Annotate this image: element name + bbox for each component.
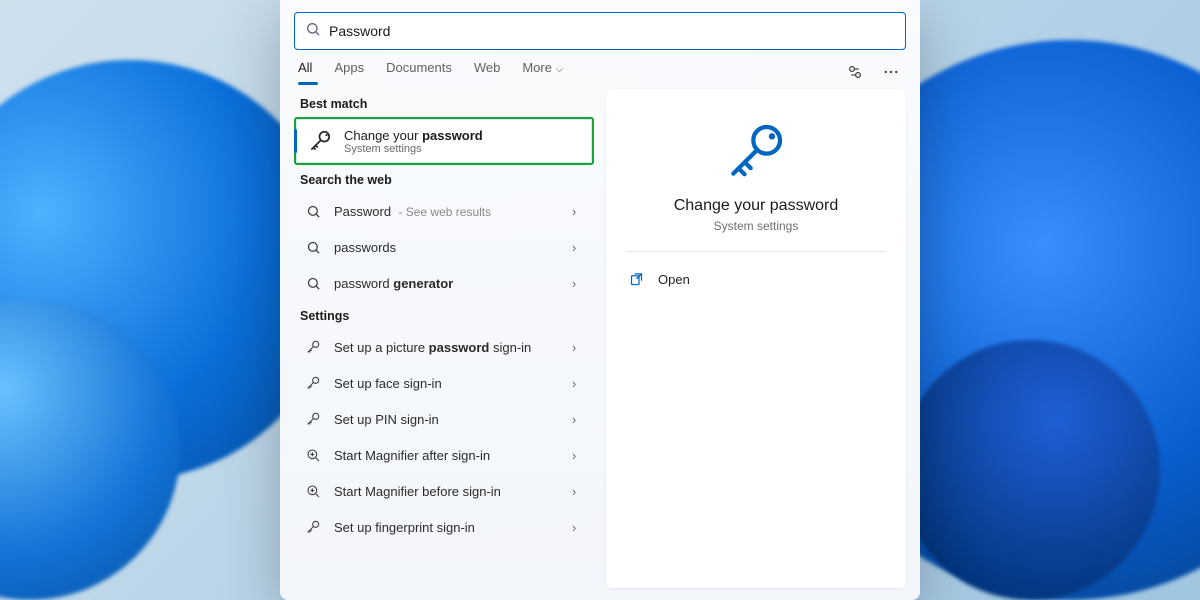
- chevron-right-icon: ›: [572, 240, 586, 255]
- open-action[interactable]: Open: [626, 260, 886, 298]
- best-match-title: Change your password: [344, 128, 483, 143]
- web-result-passwords[interactable]: passwords ›: [294, 229, 594, 265]
- tab-web[interactable]: Web: [474, 60, 501, 83]
- chevron-right-icon: ›: [572, 520, 586, 535]
- setting-pin-signin[interactable]: Set up PIN sign-in ›: [294, 401, 594, 437]
- search-box[interactable]: [294, 12, 906, 50]
- key-icon: [302, 516, 324, 538]
- setting-face-signin[interactable]: Set up face sign-in ›: [294, 365, 594, 401]
- web-result-password[interactable]: Password - See web results ›: [294, 193, 594, 229]
- chevron-right-icon: ›: [572, 204, 586, 219]
- search-options-icon[interactable]: [844, 61, 866, 83]
- setting-magnifier-after[interactable]: Start Magnifier after sign-in ›: [294, 437, 594, 473]
- search-icon: [302, 236, 324, 258]
- filter-tabs: All Apps Documents Web More ⌵: [298, 60, 563, 83]
- search-icon: [305, 21, 321, 42]
- preview-title: Change your password: [626, 197, 886, 215]
- tab-all[interactable]: All: [298, 60, 312, 83]
- best-match-subtitle: System settings: [344, 143, 483, 155]
- preview-subtitle: System settings: [626, 219, 886, 233]
- magnifier-icon: [302, 480, 324, 502]
- setting-magnifier-before[interactable]: Start Magnifier before sign-in ›: [294, 473, 594, 509]
- chevron-right-icon: ›: [572, 276, 586, 291]
- best-match-result[interactable]: Change your password System settings: [294, 117, 594, 165]
- section-search-web: Search the web: [294, 165, 594, 193]
- section-settings: Settings: [294, 301, 594, 329]
- key-icon: [302, 408, 324, 430]
- chevron-right-icon: ›: [572, 376, 586, 391]
- section-best-match: Best match: [294, 89, 594, 117]
- more-options-icon[interactable]: [880, 61, 902, 83]
- tab-more[interactable]: More ⌵: [522, 60, 563, 83]
- key-icon: [302, 336, 324, 358]
- setting-fingerprint-signin[interactable]: Set up fingerprint sign-in ›: [294, 509, 594, 545]
- open-external-icon: [626, 269, 646, 289]
- search-icon: [302, 272, 324, 294]
- key-icon: [302, 372, 324, 394]
- setting-picture-password[interactable]: Set up a picture password sign-in ›: [294, 329, 594, 365]
- start-search-panel: All Apps Documents Web More ⌵ Best match: [280, 0, 920, 600]
- tab-apps[interactable]: Apps: [334, 60, 364, 83]
- chevron-right-icon: ›: [572, 412, 586, 427]
- web-result-password-generator[interactable]: password generator ›: [294, 265, 594, 301]
- preview-pane: Change your password System settings Ope…: [606, 89, 906, 588]
- tab-documents[interactable]: Documents: [386, 60, 452, 83]
- chevron-right-icon: ›: [572, 340, 586, 355]
- magnifier-icon: [302, 444, 324, 466]
- results-list: Best match Change your password System s…: [294, 89, 594, 588]
- chevron-right-icon: ›: [572, 484, 586, 499]
- chevron-right-icon: ›: [572, 448, 586, 463]
- divider: [626, 251, 886, 252]
- open-label: Open: [658, 272, 690, 287]
- search-input[interactable]: [321, 23, 895, 39]
- search-icon: [302, 200, 324, 222]
- key-icon: [306, 127, 334, 155]
- key-icon: [724, 119, 788, 183]
